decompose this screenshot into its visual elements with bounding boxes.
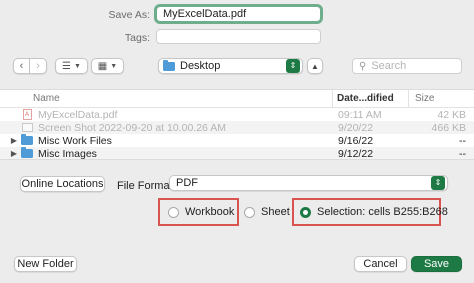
- save-button[interactable]: Save: [411, 256, 462, 272]
- sheet-label: Sheet: [261, 206, 290, 218]
- save-as-input[interactable]: MyExcelData.pdf: [154, 4, 323, 24]
- save-as-label: Save As:: [108, 9, 150, 21]
- disclosure-triangle-icon[interactable]: ▶: [8, 149, 20, 158]
- location-popup[interactable]: Desktop ⇕: [158, 58, 303, 74]
- workbook-option[interactable]: Workbook: [168, 206, 234, 218]
- back-button[interactable]: ‹: [13, 58, 30, 74]
- tags-input[interactable]: [156, 29, 321, 44]
- cancel-button[interactable]: Cancel: [354, 256, 407, 272]
- nav-back-forward: ‹ ›: [13, 58, 47, 74]
- forward-button[interactable]: ›: [30, 58, 47, 74]
- file-format-popup[interactable]: PDF ⇕: [169, 175, 448, 191]
- file-size: 42 KB: [437, 108, 466, 121]
- file-date: 9/12/22: [338, 147, 374, 160]
- list-view-icon: ☰: [62, 60, 72, 72]
- folder-icon: [20, 147, 34, 158]
- file-row[interactable]: A MyExcelData.pdf 09:11 AM 42 KB: [0, 108, 474, 121]
- sheet-option[interactable]: Sheet: [244, 206, 290, 218]
- folder-icon: [20, 134, 34, 145]
- selection-radio[interactable]: [300, 206, 311, 218]
- workbook-label: Workbook: [185, 206, 235, 218]
- file-name: Misc Work Files: [38, 134, 112, 147]
- folder-icon: [163, 59, 175, 71]
- pdf-file-icon: A: [20, 109, 34, 120]
- file-format-label: File Format:: [117, 180, 176, 192]
- column-date[interactable]: Date...dified: [332, 90, 408, 107]
- tags-label: Tags:: [124, 32, 150, 44]
- column-size[interactable]: Size: [408, 90, 474, 107]
- file-date: 09:11 AM: [338, 108, 382, 121]
- chevron-left-icon: ‹: [19, 60, 24, 72]
- file-format-value: PDF: [176, 177, 198, 189]
- search-input[interactable]: ⚲ Search: [352, 58, 462, 74]
- file-row[interactable]: ▶ Misc Images 9/12/22 --: [0, 147, 474, 160]
- location-label: Desktop: [180, 60, 221, 72]
- file-size: --: [459, 134, 466, 147]
- online-locations-button[interactable]: Online Locations: [20, 176, 105, 192]
- file-rows: A MyExcelData.pdf 09:11 AM 42 KB Screen Shot…: [0, 108, 474, 160]
- search-placeholder: Search: [371, 60, 407, 72]
- file-name: MyExcelData.pdf: [38, 108, 118, 121]
- chevron-down-icon: ▼: [74, 62, 81, 70]
- file-list: Name Date...dified Size A MyExcelData.pdf…: [0, 89, 474, 160]
- file-row[interactable]: Screen Shot 2022-09-20 at 10.00.26 AM 9/2…: [0, 121, 474, 134]
- selection-label: Selection: cells B255:B268: [317, 206, 448, 218]
- sheet-radio[interactable]: [244, 206, 255, 218]
- file-name: Misc Images: [38, 147, 97, 160]
- file-list-header: Name Date...dified Size: [0, 90, 474, 108]
- new-folder-button[interactable]: New Folder: [14, 256, 77, 272]
- disclosure-triangle-icon[interactable]: ▶: [8, 136, 20, 145]
- grid-view-icon: ▦: [97, 60, 108, 72]
- file-name: Screen Shot 2022-09-20 at 10.00.26 AM: [38, 121, 226, 134]
- chevron-right-icon: ›: [36, 60, 40, 72]
- updown-icon: ⇕: [286, 59, 300, 73]
- updown-icon: ⇕: [431, 176, 445, 190]
- list-view-button[interactable]: ☰ ▼: [55, 58, 88, 74]
- column-name[interactable]: Name: [0, 93, 332, 104]
- file-date: 9/20/22: [338, 121, 374, 134]
- file-date: 9/16/22: [338, 134, 374, 147]
- file-size: 466 KB: [431, 121, 466, 134]
- selection-option[interactable]: Selection: cells B255:B268: [300, 206, 448, 218]
- expand-collapse-button[interactable]: ▲: [307, 58, 323, 74]
- grid-view-button[interactable]: ▦ ▼: [91, 58, 124, 74]
- file-size: --: [459, 147, 466, 160]
- search-icon: ⚲: [359, 60, 367, 72]
- workbook-radio[interactable]: [168, 206, 179, 218]
- chevron-down-icon: ▼: [110, 62, 118, 70]
- chevron-up-icon: ▲: [311, 61, 319, 71]
- image-file-icon: [20, 123, 34, 132]
- file-row[interactable]: ▶ Misc Work Files 9/16/22 --: [0, 134, 474, 147]
- save-as-value: MyExcelData.pdf: [163, 8, 247, 20]
